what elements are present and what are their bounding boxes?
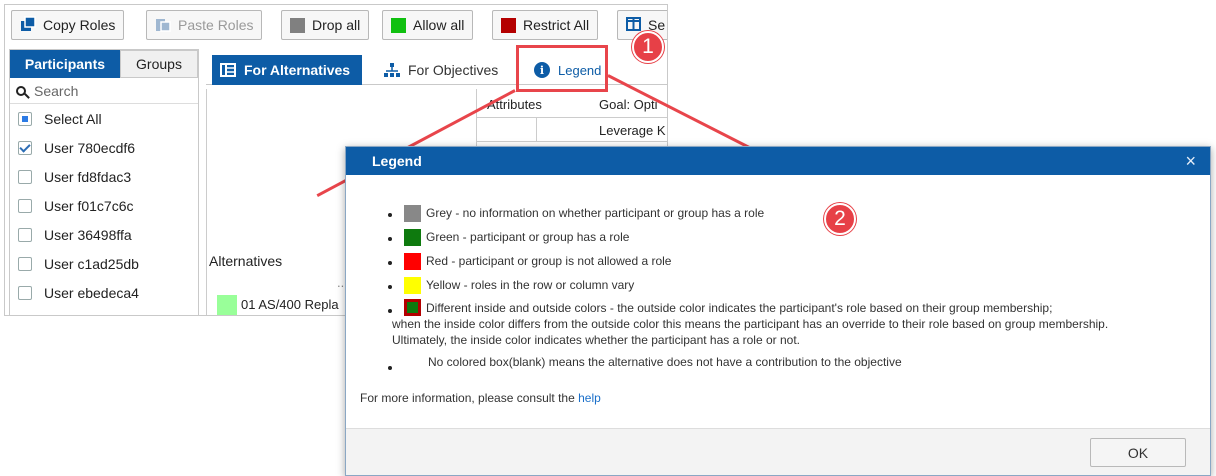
copy-roles-button[interactable]: Copy Roles — [11, 10, 125, 40]
mixed-swatch — [404, 299, 421, 316]
help-link[interactable]: help — [578, 391, 601, 405]
user-checkbox[interactable] — [18, 198, 32, 213]
user-checkbox[interactable] — [18, 140, 32, 155]
hierarchy-icon — [384, 62, 400, 78]
paste-icon — [155, 16, 171, 35]
legend-item-blank: No colored box(blank) means the alternat… — [360, 350, 1210, 374]
help-prefix: For more information, please consult the — [360, 391, 575, 405]
ok-button[interactable]: OK — [1090, 438, 1186, 467]
select-all-label: Select All — [44, 110, 102, 127]
copy-roles-label: Copy Roles — [43, 17, 116, 33]
user-label: User ebedeca4 — [44, 284, 139, 301]
list-item[interactable]: User 36498ffa — [10, 220, 198, 249]
leverage-header: Leverage K — [599, 123, 666, 138]
drop-all-button[interactable]: Drop all — [281, 10, 370, 40]
callout-badge-2: 2 — [824, 203, 856, 235]
select-all-checkbox[interactable] — [18, 111, 32, 126]
legend-item-green: Green - participant or group has a role — [360, 225, 1210, 249]
red-square-icon — [501, 17, 516, 33]
paste-roles-button[interactable]: Paste Roles — [146, 10, 263, 40]
search-placeholder: Search — [34, 82, 79, 99]
legend-text: Different inside and outside colors - th… — [426, 300, 1053, 315]
user-label: User fd8fdac3 — [44, 168, 132, 185]
dialog-footer: OK — [346, 428, 1210, 475]
alternative-row-label[interactable]: 01 AS/400 Repla — [241, 297, 339, 312]
legend-text: Red - participant or group is not allowe… — [426, 254, 672, 268]
help-line: For more information, please consult the… — [360, 391, 601, 405]
red-swatch — [404, 252, 421, 270]
tab-participants[interactable]: Participants — [10, 50, 120, 78]
list-item[interactable]: User fd8fdac3 — [10, 162, 198, 191]
list-item[interactable]: User ebedeca4 — [10, 278, 198, 307]
restrict-all-button[interactable]: Restrict All — [492, 10, 599, 40]
table-icon — [220, 63, 236, 77]
user-label: User 36498ffa — [44, 226, 132, 243]
goal-header: Goal: Opti — [599, 97, 658, 112]
tab-groups[interactable]: Groups — [120, 50, 198, 78]
paste-roles-label: Paste Roles — [178, 17, 254, 33]
green-square-icon — [391, 17, 406, 33]
callout-badge-1: 1 — [632, 31, 664, 63]
legend-text: Grey - no information on whether partici… — [426, 206, 765, 220]
list-item[interactable]: User 780ecdf6 — [10, 133, 198, 162]
user-label: User f01c7c6c — [44, 197, 134, 214]
user-checkbox[interactable] — [18, 169, 32, 184]
alternatives-header: Alternatives — [209, 253, 283, 269]
legend-text: when the inside color differs from the o… — [392, 317, 1109, 331]
sidebar-tabs: Participants Groups — [10, 50, 198, 78]
tab-for-alternatives[interactable]: For Alternatives — [212, 55, 362, 85]
legend-text: No colored box(blank) means the alternat… — [428, 355, 902, 369]
select-all-row[interactable]: Select All — [10, 104, 198, 133]
grey-swatch — [404, 204, 421, 222]
drop-all-label: Drop all — [312, 17, 361, 33]
legend-dialog: Legend × Grey - no information on whethe… — [345, 146, 1211, 476]
dialog-header: Legend × — [346, 147, 1210, 175]
tab-for-objectives-label: For Objectives — [408, 62, 499, 78]
grey-square-icon — [290, 17, 305, 33]
legend-highlight-box — [516, 45, 608, 92]
user-checkbox[interactable] — [18, 285, 32, 300]
legend-text: Green - participant or group has a role — [426, 230, 630, 244]
alternative-color-box — [217, 295, 237, 315]
legend-item-red: Red - participant or group is not allowe… — [360, 249, 1210, 273]
restrict-all-label: Restrict All — [523, 17, 590, 33]
list-item[interactable]: User c1ad25db — [10, 249, 198, 278]
tab-for-alternatives-label: For Alternatives — [244, 62, 351, 78]
list-item[interactable]: User f01c7c6c — [10, 191, 198, 220]
yellow-swatch — [404, 276, 421, 294]
legend-item-yellow: Yellow - roles in the row or column vary — [360, 273, 1210, 297]
legend-text: Ultimately, the inside color indicates w… — [392, 333, 800, 347]
search-icon — [16, 85, 26, 96]
toolbar: Copy Roles Paste Roles Drop all Allow al… — [5, 5, 667, 47]
copy-icon — [20, 15, 36, 35]
sidebar: Participants Groups Search Select All Us… — [9, 49, 199, 315]
allow-all-label: Allow all — [413, 17, 465, 33]
legend-item-mixed: Different inside and outside colors - th… — [360, 299, 1210, 348]
legend-text: Yellow - roles in the row or column vary — [426, 278, 635, 292]
green-swatch — [404, 228, 421, 246]
dialog-title: Legend — [372, 153, 422, 169]
close-icon[interactable]: × — [1185, 152, 1196, 170]
search-input[interactable]: Search — [10, 78, 198, 104]
allow-all-button[interactable]: Allow all — [382, 10, 474, 40]
tab-for-objectives[interactable]: For Objectives — [376, 55, 506, 85]
user-label: User 780ecdf6 — [44, 139, 136, 156]
dialog-body: Grey - no information on whether partici… — [346, 175, 1210, 430]
user-label: User c1ad25db — [44, 255, 139, 272]
user-checkbox[interactable] — [18, 227, 32, 242]
legend-item-grey: Grey - no information on whether partici… — [360, 201, 1210, 225]
columns-icon — [626, 16, 641, 34]
user-checkbox[interactable] — [18, 256, 32, 271]
